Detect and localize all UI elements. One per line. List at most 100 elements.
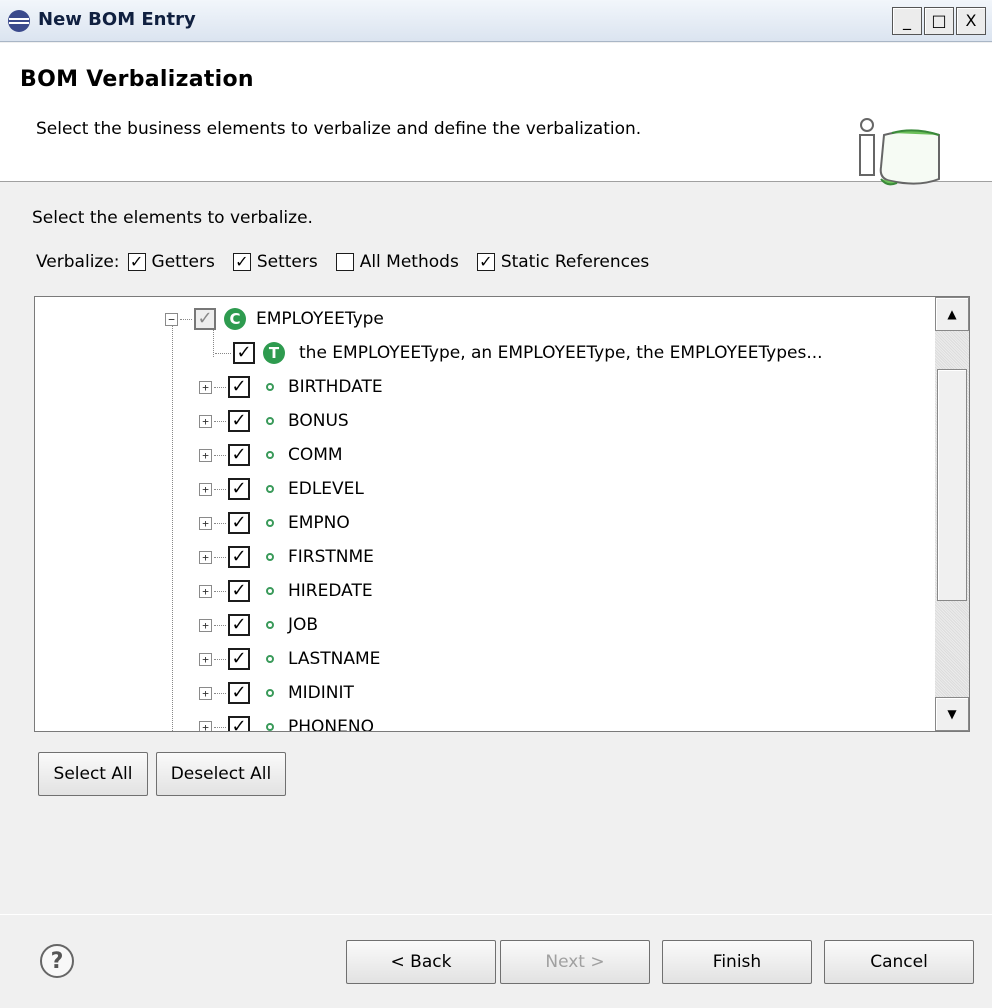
field-icon xyxy=(266,417,274,425)
wizard-header: BOM Verbalization Select the business el… xyxy=(0,43,992,186)
expand-icon[interactable]: + xyxy=(199,516,212,530)
field-icon xyxy=(266,519,274,527)
tree-connector xyxy=(214,624,226,626)
setters-checkbox[interactable]: ✓ xyxy=(232,253,251,271)
tree-row-term[interactable]: ✓ T the EMPLOYEEType, an EMPLOYEEType, t… xyxy=(213,336,823,370)
expand-icon[interactable]: + xyxy=(199,686,212,700)
tree-row-field[interactable]: + ✓ BIRTHDATE xyxy=(199,370,383,404)
maximize-button[interactable]: □ xyxy=(924,7,954,35)
field-checkbox[interactable]: ✓ xyxy=(228,444,250,466)
finish-button[interactable]: Finish xyxy=(662,940,812,984)
static-references-option[interactable]: ✓ Static References xyxy=(469,252,649,272)
tree-row-field[interactable]: + ✓ FIRSTNME xyxy=(199,540,374,574)
field-label: PHONENO xyxy=(288,717,374,731)
tree-row-field[interactable]: + ✓ MIDINIT xyxy=(199,676,354,710)
root-label: EMPLOYEEType xyxy=(256,309,384,329)
minimize-button[interactable]: _ xyxy=(892,7,922,35)
tree-row-root[interactable]: − ✓ C EMPLOYEEType xyxy=(165,302,384,336)
window-title: New BOM Entry xyxy=(38,9,196,30)
field-icon xyxy=(266,451,274,459)
expand-icon[interactable]: + xyxy=(199,550,212,564)
all-methods-option[interactable]: All Methods xyxy=(328,252,459,272)
field-icon xyxy=(266,621,274,629)
class-icon: C xyxy=(224,308,246,330)
expand-icon[interactable]: + xyxy=(199,482,212,496)
back-button[interactable]: < Back xyxy=(346,940,496,984)
expand-icon[interactable]: + xyxy=(199,380,212,394)
field-checkbox[interactable]: ✓ xyxy=(228,648,250,670)
all-methods-checkbox[interactable] xyxy=(335,253,354,271)
field-checkbox[interactable]: ✓ xyxy=(228,478,250,500)
select-elements-label: Select the elements to verbalize. xyxy=(32,208,313,228)
field-label: MIDINIT xyxy=(288,683,354,703)
title-bar: New BOM Entry _ □ X xyxy=(0,0,992,42)
tree-content: − ✓ C EMPLOYEEType ✓ T the EMPLOYEEType,… xyxy=(35,297,935,731)
close-button[interactable]: X xyxy=(956,7,986,35)
field-checkbox[interactable]: ✓ xyxy=(228,716,250,731)
expand-icon[interactable]: + xyxy=(199,652,212,666)
scroll-down-button[interactable]: ▼ xyxy=(935,697,969,731)
getters-checkbox[interactable]: ✓ xyxy=(127,253,146,271)
field-icon xyxy=(266,485,274,493)
deselect-all-button[interactable]: Deselect All xyxy=(156,752,286,796)
expand-icon[interactable]: + xyxy=(199,618,212,632)
tree-connector xyxy=(214,590,226,592)
tree-row-field[interactable]: + ✓ EDLEVEL xyxy=(199,472,364,506)
setters-option[interactable]: ✓ Setters xyxy=(225,252,318,272)
tree-connector xyxy=(214,556,226,558)
field-label: LASTNAME xyxy=(288,649,381,669)
setters-label: Setters xyxy=(256,252,318,272)
tree-connector xyxy=(214,658,226,660)
collapse-icon[interactable]: − xyxy=(165,312,178,326)
field-checkbox[interactable]: ✓ xyxy=(228,376,250,398)
tree-row-field[interactable]: + ✓ HIREDATE xyxy=(199,574,373,608)
getters-option[interactable]: ✓ Getters xyxy=(120,252,215,272)
cancel-button[interactable]: Cancel xyxy=(824,940,974,984)
verbalize-label: Verbalize: xyxy=(36,252,120,272)
tree-connector xyxy=(214,454,226,456)
scroll-thumb[interactable] xyxy=(937,369,967,601)
tree-connector xyxy=(214,692,226,694)
expand-icon[interactable]: + xyxy=(199,720,212,731)
select-all-button[interactable]: Select All xyxy=(38,752,148,796)
expand-icon[interactable]: + xyxy=(199,584,212,598)
tree-row-field[interactable]: + ✓ LASTNAME xyxy=(199,642,380,676)
field-label: FIRSTNME xyxy=(288,547,374,567)
field-checkbox[interactable]: ✓ xyxy=(228,512,250,534)
expand-icon[interactable]: + xyxy=(199,414,212,428)
field-icon xyxy=(266,383,274,391)
static-references-label: Static References xyxy=(500,252,650,272)
field-label: JOB xyxy=(288,615,319,635)
verbalize-options: Verbalize: ✓ Getters ✓ Setters All Metho… xyxy=(36,252,659,272)
help-icon[interactable]: ? xyxy=(40,944,74,978)
tree-row-field[interactable]: + ✓ JOB xyxy=(199,608,318,642)
expand-icon[interactable]: + xyxy=(199,448,212,462)
tree-row-field[interactable]: + ✓ EMPNO xyxy=(199,506,350,540)
element-tree[interactable]: − ✓ C EMPLOYEEType ✓ T the EMPLOYEEType,… xyxy=(34,296,970,732)
tree-connector xyxy=(214,488,226,490)
tree-connector xyxy=(214,420,226,422)
field-checkbox[interactable]: ✓ xyxy=(228,580,250,602)
vertical-scrollbar[interactable]: ▲ ▼ xyxy=(935,297,969,731)
field-checkbox[interactable]: ✓ xyxy=(228,546,250,568)
field-checkbox[interactable]: ✓ xyxy=(228,614,250,636)
tree-row-field[interactable]: + ✓ BONUS xyxy=(199,404,349,438)
field-checkbox[interactable]: ✓ xyxy=(228,410,250,432)
term-icon: T xyxy=(263,342,285,364)
term-checkbox[interactable]: ✓ xyxy=(233,342,255,364)
scroll-up-button[interactable]: ▲ xyxy=(935,297,969,331)
root-checkbox[interactable]: ✓ xyxy=(194,308,216,330)
tree-connector xyxy=(214,386,226,388)
static-references-checkbox[interactable]: ✓ xyxy=(476,253,495,271)
field-checkbox[interactable]: ✓ xyxy=(228,682,250,704)
next-button[interactable]: Next > xyxy=(500,940,650,984)
field-label: HIREDATE xyxy=(288,581,373,601)
field-label: BONUS xyxy=(288,411,349,431)
tree-row-field[interactable]: + ✓ COMM xyxy=(199,438,343,472)
eclipse-icon xyxy=(8,10,30,32)
field-label: BIRTHDATE xyxy=(288,377,383,397)
tree-connector xyxy=(214,522,226,524)
field-icon xyxy=(266,689,274,697)
tree-row-field[interactable]: + ✓ PHONENO xyxy=(199,710,374,731)
field-label: COMM xyxy=(288,445,343,465)
